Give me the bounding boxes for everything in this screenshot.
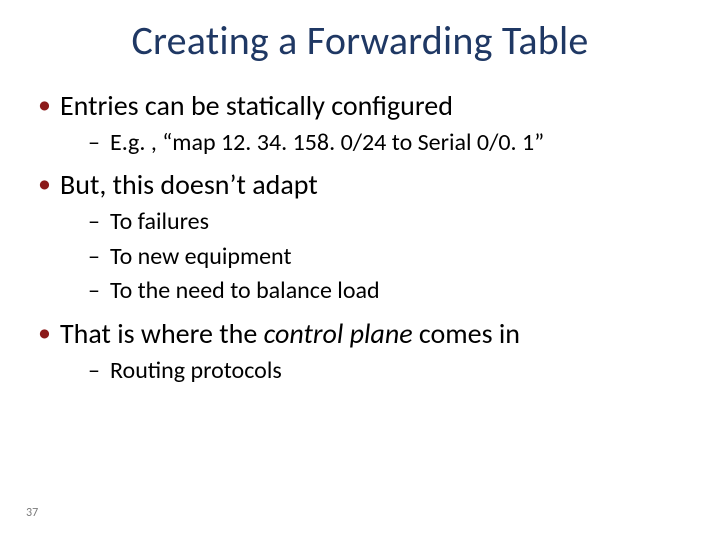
bullet-text: Entries can be statically configured bbox=[60, 88, 453, 123]
bullet-text-post: comes in bbox=[413, 316, 520, 351]
bullet-list: Entries can be statically configured E.g… bbox=[34, 88, 690, 387]
bullet-text-em: control plane bbox=[264, 316, 413, 351]
sub-bullet-text: E.g. , “map 12. 34. 158. 0/24 to Serial … bbox=[110, 128, 544, 157]
sub-bullet-list: To failures To new equipment To the need… bbox=[60, 206, 690, 307]
sub-bullet-item: To new equipment bbox=[88, 241, 690, 273]
bullet-text-pre: That is where the bbox=[60, 316, 264, 351]
sub-bullet-text: Routing protocols bbox=[110, 356, 282, 385]
slide-body: Entries can be statically configured E.g… bbox=[34, 88, 690, 395]
sub-bullet-item: To the need to balance load bbox=[88, 275, 690, 307]
slide: Creating a Forwarding Table Entries can … bbox=[0, 0, 720, 540]
sub-bullet-list: E.g. , “map 12. 34. 158. 0/24 to Serial … bbox=[60, 127, 690, 159]
sub-bullet-item: Routing protocols bbox=[88, 355, 690, 387]
bullet-item: That is where the control plane comes in… bbox=[34, 316, 690, 387]
page-number: 37 bbox=[26, 506, 38, 520]
sub-bullet-item: To failures bbox=[88, 206, 690, 238]
sub-bullet-text: To new equipment bbox=[110, 242, 291, 271]
bullet-item: Entries can be statically configured E.g… bbox=[34, 88, 690, 159]
sub-bullet-list: Routing protocols bbox=[60, 355, 690, 387]
sub-bullet-text: To failures bbox=[110, 207, 209, 236]
sub-bullet-item: E.g. , “map 12. 34. 158. 0/24 to Serial … bbox=[88, 127, 690, 159]
slide-title: Creating a Forwarding Table bbox=[0, 16, 720, 65]
bullet-text: But, this doesn’t adapt bbox=[60, 167, 318, 202]
bullet-item: But, this doesn’t adapt To failures To n… bbox=[34, 167, 690, 307]
sub-bullet-text: To the need to balance load bbox=[110, 276, 380, 305]
